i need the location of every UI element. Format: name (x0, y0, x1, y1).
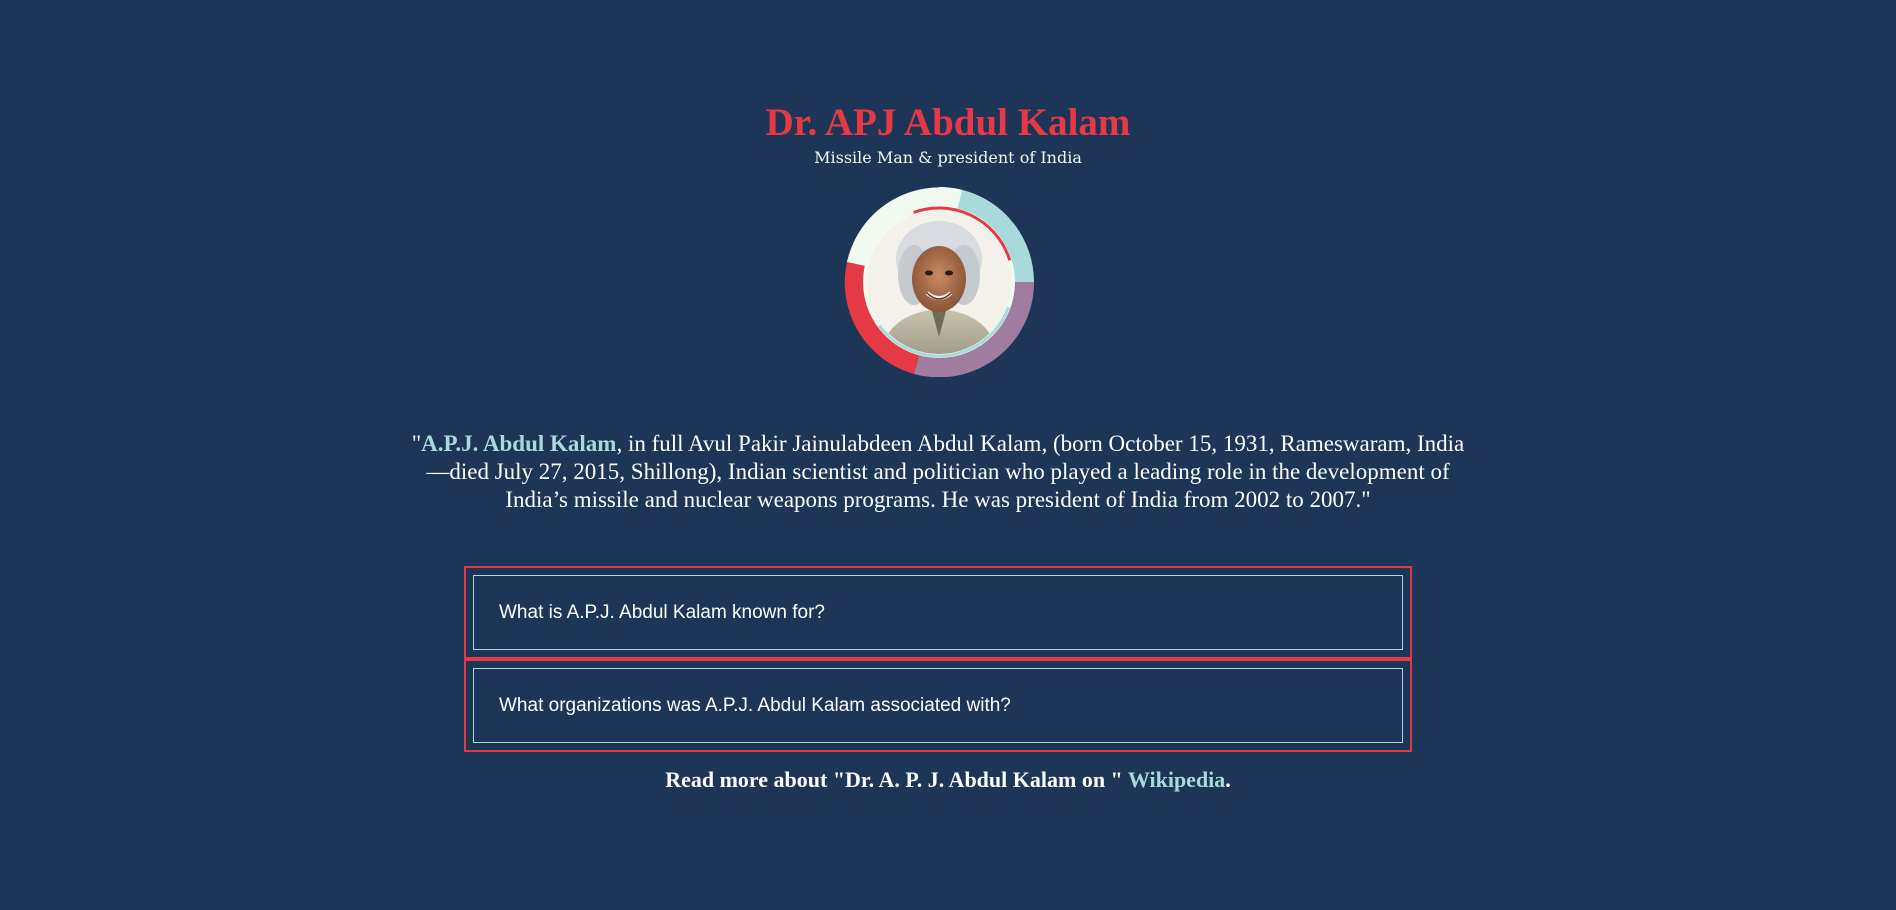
faq-question-text: What is A.P.J. Abdul Kalam known for? (499, 601, 825, 623)
intro-paragraph: "A.P.J. Abdul Kalam, in full Avul Pakir … (410, 430, 1466, 514)
read-more-line: Read more about "Dr. A. P. J. Abdul Kala… (0, 766, 1896, 794)
page-title: Dr. APJ Abdul Kalam (765, 101, 1131, 144)
portrait-image (844, 187, 1034, 377)
faq-list: What is A.P.J. Abdul Kalam known for? Wh… (464, 566, 1412, 752)
read-more-text: Read more about "Dr. A. P. J. Abdul Kala… (665, 767, 1128, 792)
faq-question-button[interactable]: What organizations was A.P.J. Abdul Kala… (473, 668, 1403, 743)
faq-question-button[interactable]: What is A.P.J. Abdul Kalam known for? (473, 575, 1403, 650)
faq-question-text: What organizations was A.P.J. Abdul Kala… (499, 694, 1011, 716)
portrait-photo-icon (844, 187, 1034, 377)
tribute-page: Dr. APJ Abdul Kalam Missile Man & presid… (0, 0, 1896, 910)
read-more-period: . (1225, 767, 1231, 792)
wikipedia-link[interactable]: Wikipedia (1128, 767, 1225, 792)
faq-item: What organizations was A.P.J. Abdul Kala… (464, 659, 1412, 752)
highlighted-name: A.P.J. Abdul Kalam (421, 431, 617, 456)
open-quote: " (411, 431, 422, 456)
page-subtitle: Missile Man & president of India (814, 148, 1082, 167)
faq-item: What is A.P.J. Abdul Kalam known for? (464, 566, 1412, 659)
close-quote: " (1361, 487, 1371, 512)
